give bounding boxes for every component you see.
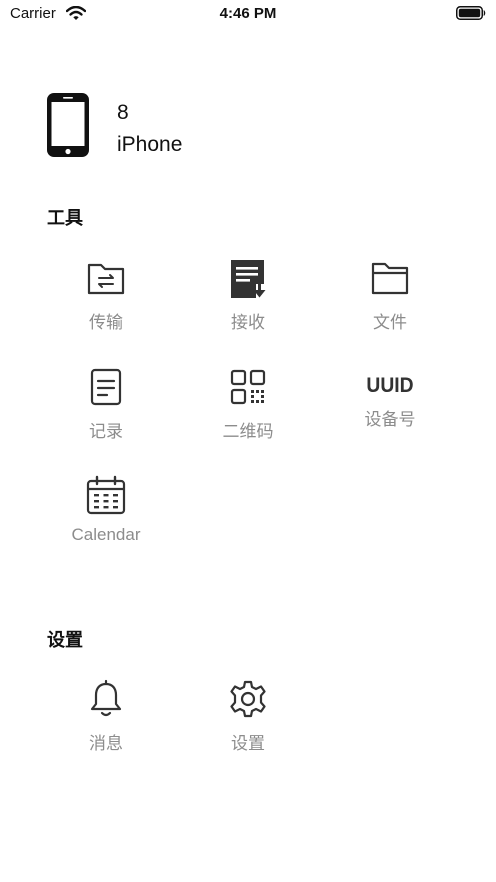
tools-section-title: 工具: [47, 208, 83, 228]
messages-label: 消息: [89, 734, 123, 753]
folder-icon: [330, 258, 450, 300]
device-model: 8: [117, 101, 129, 124]
receive-document-icon: [188, 258, 308, 300]
device-card: 8 iPhone: [47, 93, 347, 159]
status-time: 4:46 PM: [219, 5, 277, 22]
receive-label: 接收: [231, 313, 265, 332]
battery-icon: [456, 6, 486, 25]
settings-tile[interactable]: 设置: [188, 679, 308, 754]
folder-transfer-icon: [46, 258, 166, 300]
records-label: 记录: [89, 422, 123, 441]
settings-label: 设置: [231, 734, 265, 753]
transfer-label: 传输: [89, 313, 123, 332]
receive-tile[interactable]: 接收: [188, 258, 308, 333]
transfer-tile[interactable]: 传输: [46, 258, 166, 333]
calendar-icon: [46, 475, 166, 517]
settings-section-title: 设置: [47, 630, 83, 650]
uuid-icon: UUID: [366, 374, 414, 397]
qr-code-icon: [188, 367, 308, 409]
bell-icon: [46, 679, 166, 721]
files-tile[interactable]: 文件: [330, 258, 450, 333]
device-name: iPhone: [117, 133, 183, 156]
qrcode-label: 二维码: [222, 422, 274, 441]
calendar-tile[interactable]: Calendar: [46, 475, 166, 545]
device-id-label: 设备号: [364, 410, 416, 429]
calendar-label: Calendar: [71, 525, 141, 544]
qrcode-tile[interactable]: 二维码: [188, 367, 308, 442]
gear-icon: [188, 679, 308, 721]
messages-tile[interactable]: 消息: [46, 679, 166, 754]
document-list-icon: [46, 367, 166, 409]
status-bar: Carrier 4:46 PM: [0, 0, 496, 30]
files-label: 文件: [373, 313, 407, 332]
device-id-tile[interactable]: UUID 设备号: [330, 367, 450, 430]
phone-icon: [47, 93, 89, 162]
records-tile[interactable]: 记录: [46, 367, 166, 442]
